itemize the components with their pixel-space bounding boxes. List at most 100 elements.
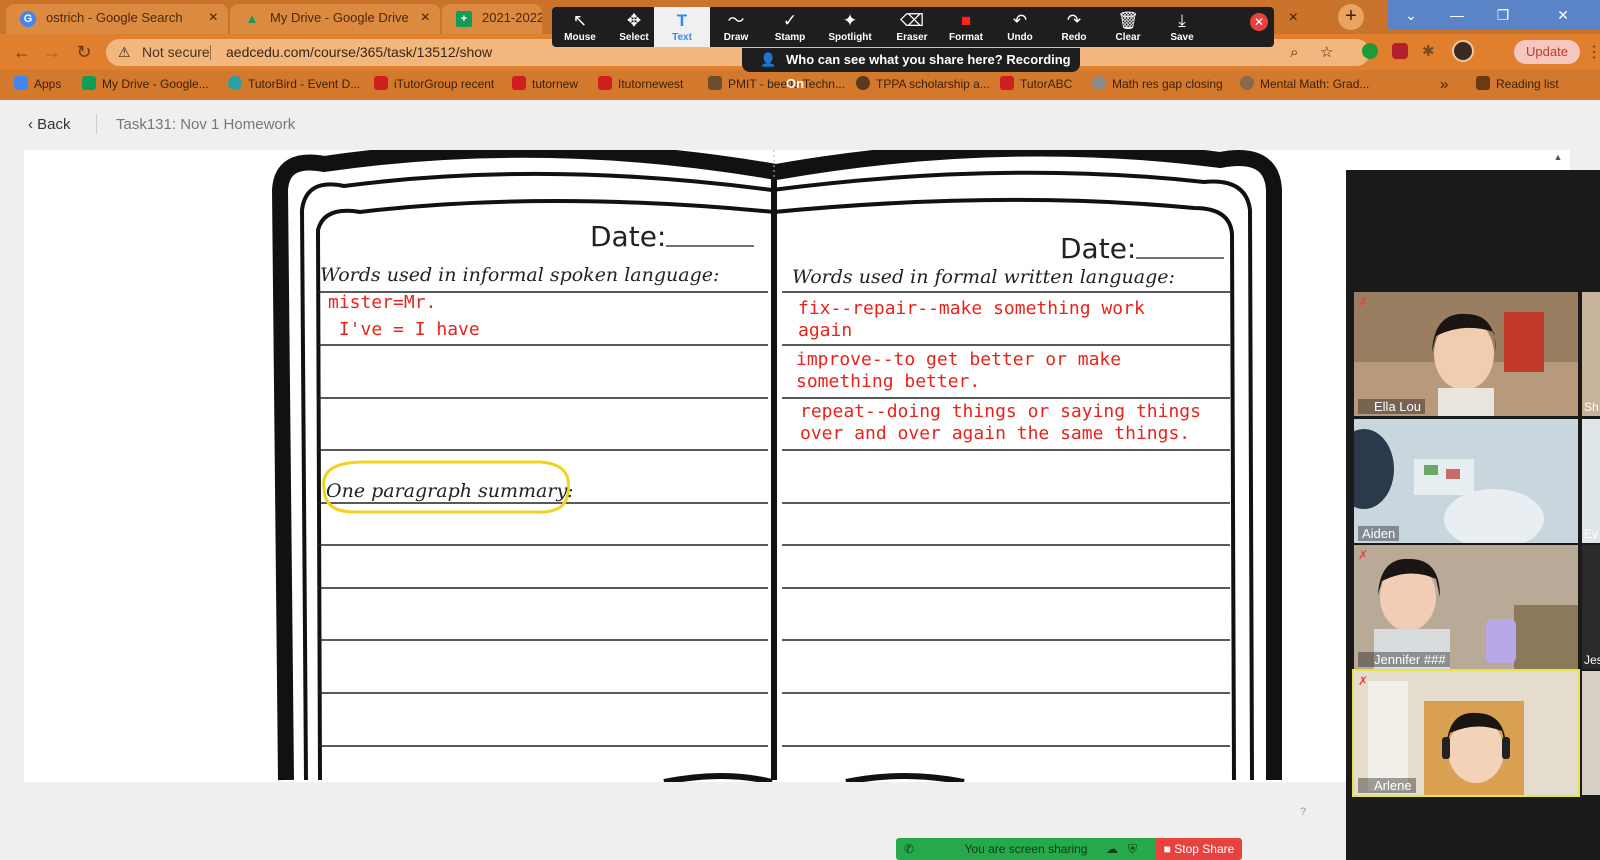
cloud-recording-icon: ☁ (1106, 842, 1118, 856)
right-column-header: Words used in formal written language: (792, 266, 1175, 288)
participant-video (1354, 545, 1578, 669)
itutor-icon (1000, 76, 1014, 90)
screen-sharing-status[interactable]: ✆ You are screen sharing ☁ ⛨ (896, 838, 1156, 860)
itutor-icon (374, 76, 388, 90)
browser-tab-hidden[interactable]: × (1276, 4, 1304, 34)
bookmark-my-drive[interactable]: My Drive - Google... (82, 76, 209, 91)
tool-save[interactable]: ⤓ Save (1154, 7, 1210, 47)
bookmark-tutornew[interactable]: tutornew (512, 76, 578, 91)
bookmark-itutornewest[interactable]: Itutornewest (598, 76, 683, 91)
forward-arrow-icon[interactable]: → (40, 40, 64, 64)
stop-share-button[interactable]: ■ Stop Share (1156, 838, 1242, 860)
participant-name: Arlene (1358, 778, 1416, 793)
tool-draw[interactable]: 〜 Draw (708, 7, 764, 47)
extension-green-icon[interactable] (1362, 43, 1378, 59)
reload-icon[interactable]: ↻ (72, 40, 96, 64)
participant-tile-partial[interactable] (1582, 671, 1600, 795)
browser-tab-my-drive[interactable]: ▲ My Drive - Google Drive × (230, 4, 440, 34)
update-button[interactable]: Update (1514, 40, 1580, 64)
close-window-button[interactable]: ✕ (1526, 0, 1600, 30)
participant-name: Ella Lou (1358, 399, 1425, 414)
tool-text[interactable]: T Text (654, 7, 710, 47)
help-icon[interactable]: ? (1300, 806, 1306, 818)
google-sheets-icon: + (456, 11, 472, 27)
participant-tile-partial[interactable]: Ev (1582, 419, 1600, 543)
warning-icon[interactable]: ⚠ (118, 39, 131, 66)
back-link[interactable]: ‹ Back (28, 116, 71, 133)
shield-icon: ⛨ (1128, 842, 1138, 856)
more-menu-icon[interactable]: ⋮ (1586, 42, 1600, 62)
tool-spotlight[interactable]: ✦ Spotlight (822, 7, 878, 47)
tab-search-chevron-icon[interactable]: ⌄ (1388, 0, 1434, 30)
itutor-icon (598, 76, 612, 90)
participant-tile[interactable]: Aiden (1354, 419, 1578, 543)
google-drive-icon (82, 76, 96, 90)
back-arrow-icon[interactable]: ← (10, 40, 34, 64)
tool-stamp[interactable]: ✓ Stamp (762, 7, 818, 47)
bookmark-apps[interactable]: Apps (14, 76, 61, 91)
tab-title: ostrich - Google Search (46, 10, 183, 25)
page-icon (708, 76, 722, 90)
breadcrumb-divider (96, 114, 97, 134)
tutorbird-icon (228, 76, 242, 90)
bookmark-mental-math[interactable]: Mental Math: Grad... (1240, 76, 1369, 91)
annotation-formal-1: fix--repair--make something work again (798, 298, 1145, 341)
close-tab-icon[interactable]: × (209, 4, 218, 32)
page-icon (1240, 76, 1254, 90)
undo-icon: ↶ (1012, 11, 1028, 30)
trash-icon: 🗑 (1117, 11, 1139, 30)
bookmarks-overflow-icon[interactable]: » (1440, 76, 1448, 93)
right-date-label: Date: (1060, 232, 1137, 265)
participant-tile-partial[interactable]: Jes (1582, 545, 1600, 669)
tool-undo[interactable]: ↶ Undo (992, 7, 1048, 47)
participant-tile-active-speaker[interactable]: ✗ Arlene (1352, 669, 1580, 797)
bookmark-tppa[interactable]: TPPA scholarship a... (856, 76, 990, 91)
participant-video (1354, 292, 1578, 416)
participant-name: Jennifer ### (1358, 652, 1450, 667)
left-date-label: Date: (590, 220, 667, 253)
tool-eraser[interactable]: ⌫ Eraser (884, 7, 940, 47)
minimize-button[interactable]: — (1434, 0, 1480, 30)
url-text[interactable]: aedcedu.com/course/365/task/13512/show (226, 39, 492, 66)
bookmark-itutorgroup[interactable]: iTutorGroup recent (374, 76, 494, 91)
zoom-annotation-toolbar: ↖ Mouse ✥ Select T Text 〜 Draw ✓ Stamp ✦ Spotl… (552, 7, 1274, 47)
bookmark-tutorbird[interactable]: TutorBird - Event D... (228, 76, 360, 91)
participant-tile[interactable]: ✗ Jennifer ### (1354, 545, 1578, 669)
seal-icon (856, 76, 870, 90)
close-annotation-icon[interactable]: ✕ (1250, 13, 1268, 31)
annotation-formal-3: repeat--doing things or saying things ov… (800, 401, 1201, 444)
participant-name: Aiden (1358, 526, 1400, 541)
scroll-up-arrow[interactable]: ▲ (1552, 152, 1564, 164)
browser-tab-sheets[interactable]: + 2021-2022 S (442, 4, 542, 34)
bookmark-tutorabc[interactable]: TutorABC (1000, 76, 1072, 91)
book-worksheet-graphic (272, 150, 1282, 782)
profile-avatar[interactable] (1452, 40, 1474, 62)
close-tab-icon[interactable]: × (1289, 4, 1298, 32)
participant-tile[interactable]: ✗ Ella Lou (1354, 292, 1578, 416)
tool-redo[interactable]: ↷ Redo (1046, 7, 1102, 47)
participant-name: Ev (1584, 527, 1599, 541)
bookmark-math-res[interactable]: Math res gap closing (1092, 76, 1223, 91)
tool-format[interactable]: ■ Format (938, 7, 994, 47)
mic-muted-icon: ✗ (1358, 295, 1369, 309)
tool-clear[interactable]: 🗑 Clear (1100, 7, 1156, 47)
annotation-informal-1: mister=Mr. (328, 292, 437, 313)
bookmark-reading-list[interactable]: Reading list (1476, 76, 1559, 91)
bookmark-star-icon[interactable]: ☆ (1320, 39, 1333, 66)
reading-list-icon (1476, 76, 1490, 90)
participant-tile-partial[interactable]: Sh (1582, 292, 1600, 416)
tool-mouse[interactable]: ↖ Mouse (552, 7, 608, 47)
security-label[interactable]: Not secure (142, 39, 210, 66)
restore-button[interactable]: ❐ (1480, 0, 1526, 30)
page-title: Task131: Nov 1 Homework (116, 116, 296, 133)
zoom-magnifier-icon[interactable]: ⌕ (1290, 39, 1298, 66)
new-tab-button[interactable]: + (1338, 4, 1364, 30)
participant-name: Sh (1584, 400, 1599, 414)
close-tab-icon[interactable]: × (421, 4, 430, 32)
mic-muted-icon: ✗ (1358, 548, 1369, 562)
browser-tab-google-search[interactable]: G ostrich - Google Search × (6, 4, 228, 34)
bookmark-pmit[interactable]: PMIT - beetle Techn... (708, 76, 845, 91)
extension-ublock-icon[interactable] (1392, 43, 1408, 59)
extensions-puzzle-icon[interactable]: ✱ (1422, 42, 1435, 60)
share-visibility-notice[interactable]: 👤 Who can see what you share here? Recor… (742, 48, 1080, 91)
